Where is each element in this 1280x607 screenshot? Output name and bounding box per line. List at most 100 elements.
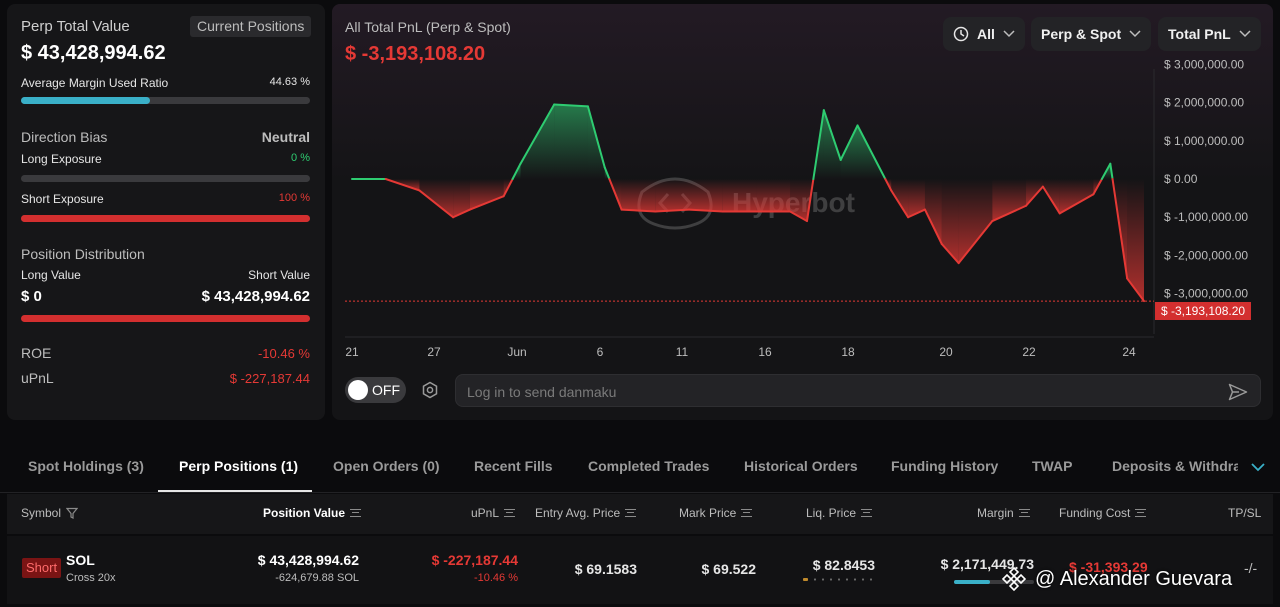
binance-logo-icon bbox=[1001, 566, 1027, 592]
col-entry-price[interactable]: Entry Avg. Price bbox=[535, 506, 637, 520]
position-size: -624,679.88 SOL bbox=[275, 572, 359, 584]
direction-bias-label: Direction Bias bbox=[21, 129, 108, 145]
col-margin[interactable]: Margin bbox=[977, 506, 1030, 520]
roe-value: -10.46 % bbox=[257, 346, 310, 361]
col-symbol[interactable]: Symbol bbox=[21, 506, 79, 520]
roe-label: ROE bbox=[21, 345, 52, 361]
x-tick-label: 11 bbox=[676, 345, 689, 359]
x-tick-label: 21 bbox=[345, 345, 359, 359]
x-tick-label: 18 bbox=[841, 345, 855, 359]
position-value: $ 43,428,994.62 bbox=[257, 552, 359, 568]
negative-area bbox=[419, 179, 454, 218]
sort-icon bbox=[504, 509, 516, 517]
tpsl[interactable]: -/- bbox=[1244, 560, 1257, 576]
symbol[interactable]: SOL bbox=[66, 552, 95, 568]
col-mark-price[interactable]: Mark Price bbox=[679, 506, 753, 520]
long-exposure-bar bbox=[21, 175, 310, 182]
x-tick-label: 24 bbox=[1122, 345, 1136, 359]
sort-icon bbox=[741, 509, 753, 517]
x-tick-label: 6 bbox=[597, 345, 604, 359]
x-axis: 21 27 Jun 6 11 16 18 20 22 24 bbox=[345, 336, 1154, 359]
tab-deposits-withdrawals[interactable]: Deposits & Withdraw bbox=[1112, 458, 1238, 474]
col-liq-price-label: Liq. Price bbox=[806, 506, 857, 520]
y-tick-label: $ -3,000,000.00 bbox=[1164, 287, 1248, 301]
sort-icon bbox=[861, 509, 873, 517]
positive-area bbox=[554, 104, 588, 179]
col-mark-price-label: Mark Price bbox=[679, 506, 737, 520]
y-tick-label: $ -2,000,000.00 bbox=[1164, 248, 1248, 262]
upnl-value: $ -227,187.44 bbox=[229, 371, 310, 386]
col-position-value-label: Position Value bbox=[263, 506, 346, 520]
danmaku-input[interactable]: Log in to send danmaku bbox=[455, 374, 1261, 407]
credit-watermark: @ Alexander Guevara bbox=[1001, 566, 1232, 592]
tab-perp-positions[interactable]: Perp Positions (1) bbox=[179, 458, 298, 474]
y-tick-label: $ 2,000,000.00 bbox=[1164, 96, 1244, 110]
col-entry-price-label: Entry Avg. Price bbox=[535, 506, 621, 520]
tabs-divider bbox=[0, 492, 1280, 493]
settings-icon[interactable] bbox=[421, 381, 439, 399]
liq-distance-marker bbox=[803, 578, 808, 581]
toggle-knob bbox=[348, 380, 368, 400]
margin-ratio-value: 44.63 % bbox=[269, 76, 310, 88]
filter-icon[interactable] bbox=[66, 507, 79, 519]
sort-icon bbox=[1135, 509, 1147, 517]
overview-panel: Perp Total Value Current Positions $ 43,… bbox=[7, 4, 325, 420]
long-exposure-label: Long Exposure bbox=[21, 152, 102, 166]
tab-open-orders[interactable]: Open Orders (0) bbox=[333, 458, 440, 474]
col-funding-cost[interactable]: Funding Cost bbox=[1059, 506, 1147, 520]
col-upnl-label: uPnL bbox=[471, 506, 500, 520]
tab-historical-orders[interactable]: Historical Orders bbox=[744, 458, 858, 474]
tab-spot-holdings[interactable]: Spot Holdings (3) bbox=[28, 458, 144, 474]
col-liq-price[interactable]: Liq. Price bbox=[806, 506, 873, 520]
x-tick-label: 27 bbox=[427, 345, 441, 359]
send-icon[interactable] bbox=[1228, 383, 1248, 401]
margin-ratio-bar bbox=[21, 97, 310, 104]
negative-area bbox=[924, 179, 942, 244]
col-position-value[interactable]: Position Value bbox=[263, 506, 362, 520]
upnl-pct: -10.46 % bbox=[473, 572, 518, 584]
negative-area bbox=[689, 179, 723, 212]
col-tpsl: TP/SL bbox=[1228, 506, 1261, 520]
danmaku-toggle[interactable]: OFF bbox=[345, 377, 406, 403]
tab-completed-trades[interactable]: Completed Trades bbox=[588, 458, 709, 474]
margin-ratio-label: Average Margin Used Ratio bbox=[21, 76, 169, 90]
long-value: $ 0 bbox=[21, 288, 42, 305]
plot-area bbox=[345, 103, 1154, 303]
margin-mode: Cross 20x bbox=[66, 572, 116, 584]
col-upnl[interactable]: uPnL bbox=[471, 506, 516, 520]
current-positions-button[interactable]: Current Positions bbox=[190, 16, 312, 37]
x-tick-label: 22 bbox=[1022, 345, 1036, 359]
sort-icon bbox=[1018, 509, 1030, 517]
pnl-chart-panel: All Total PnL (Perp & Spot) $ -3,193,108… bbox=[332, 4, 1273, 420]
short-value-label: Short Value bbox=[248, 268, 310, 282]
negative-area bbox=[469, 179, 504, 210]
perp-total-value: $ 43,428,994.62 bbox=[21, 42, 166, 64]
margin-bar-fill bbox=[954, 580, 990, 584]
tab-funding-history[interactable]: Funding History bbox=[891, 458, 998, 474]
sort-icon bbox=[350, 509, 362, 517]
short-exposure-label: Short Exposure bbox=[21, 192, 104, 206]
upnl: $ -227,187.44 bbox=[431, 552, 518, 568]
toggle-label: OFF bbox=[372, 382, 400, 398]
positive-area bbox=[520, 104, 555, 179]
col-margin-label: Margin bbox=[977, 506, 1014, 520]
position-distribution-label: Position Distribution bbox=[21, 246, 145, 262]
tab-recent-fills[interactable]: Recent Fills bbox=[474, 458, 553, 474]
pnl-chart: $ 3,000,000.00 $ 2,000,000.00 $ 1,000,000.… bbox=[345, 57, 1248, 359]
current-value-tag: $ -3,193,108.20 bbox=[1155, 302, 1252, 320]
mark-price: $ 69.522 bbox=[701, 561, 757, 577]
long-value-label: Long Value bbox=[21, 268, 81, 282]
short-exposure-value: 100 % bbox=[278, 192, 310, 204]
liq-distance-dots bbox=[803, 578, 878, 581]
chevron-down-icon[interactable] bbox=[1251, 463, 1265, 472]
distribution-bar bbox=[21, 315, 310, 322]
negative-area bbox=[992, 179, 1027, 222]
negative-area bbox=[621, 179, 656, 212]
short-value: $ 43,428,994.62 bbox=[201, 288, 310, 305]
upnl-label: uPnL bbox=[21, 370, 54, 386]
short-exposure-bar bbox=[21, 215, 310, 222]
y-tick-label: $ 3,000,000.00 bbox=[1164, 57, 1244, 71]
tab-twap[interactable]: TWAP bbox=[1032, 458, 1072, 474]
y-tick-label: $ 1,000,000.00 bbox=[1164, 134, 1244, 148]
negative-area bbox=[958, 179, 993, 264]
